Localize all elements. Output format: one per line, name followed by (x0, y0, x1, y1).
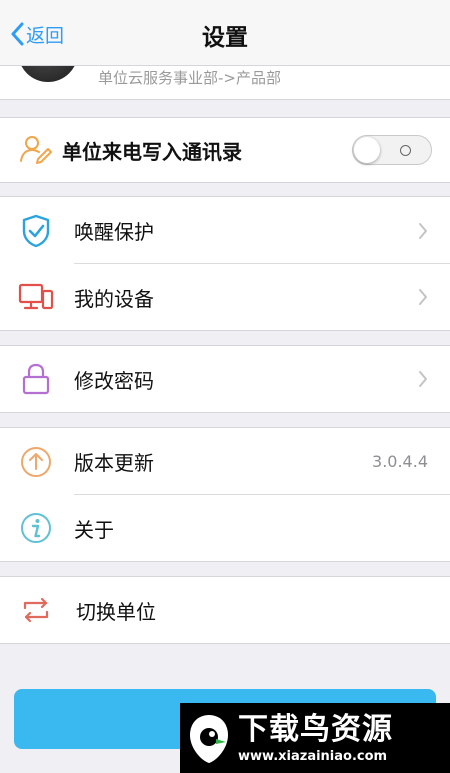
toggle-knob (354, 137, 380, 163)
toggle-off-indicator (400, 145, 411, 156)
list-item-version-update[interactable]: 版本更新 3.0.4.4 (0, 428, 450, 495)
list-item-label: 版本更新 (74, 451, 154, 475)
list-item-label: 我的设备 (74, 286, 154, 311)
user-edit-icon (18, 132, 54, 168)
switch-arrows-icon (18, 592, 54, 628)
list-item-change-password[interactable]: 修改密码 (0, 346, 450, 412)
page-title: 设置 (202, 25, 248, 51)
info-circle-icon (18, 510, 54, 546)
chevron-right-icon (419, 289, 427, 305)
bird-logo-icon (190, 715, 228, 763)
switch-group: 切换单位 (0, 576, 450, 644)
chevron-right-icon (419, 222, 427, 239)
watermark-url: www.xiazainiao.com (238, 748, 388, 764)
list-item-label: 修改密码 (74, 368, 154, 393)
list-item-label: 切换单位 (76, 599, 156, 624)
contacts-toggle-switch[interactable] (352, 135, 432, 165)
contacts-toggle-label: 单位来电写入通讯录 (62, 139, 242, 164)
list-item-my-devices[interactable]: 我的设备 (0, 264, 450, 330)
list-item-label: 关于 (74, 517, 114, 542)
list-item-about[interactable]: 关于 (0, 495, 450, 561)
arrow-up-circle-icon (18, 444, 54, 480)
lock-icon (18, 361, 54, 397)
watermark: 下载鸟资源 www.xiazainiao.com (180, 703, 450, 773)
watermark-name: 下载鸟资源 (238, 711, 393, 747)
profile-card[interactable]: 单位云服务事业部->产品部 (0, 66, 450, 100)
avatar (18, 66, 78, 82)
info-group: 版本更新 3.0.4.4 关于 (0, 427, 450, 562)
department-text: 单位云服务事业部->产品部 (98, 69, 281, 87)
password-group: 修改密码 (0, 345, 450, 413)
list-item-label: 唤醒保护 (74, 220, 154, 244)
contacts-group: 单位来电写入通讯录 (0, 117, 450, 183)
list-item-switch-unit[interactable]: 切换单位 (0, 577, 450, 643)
security-group: 唤醒保护 我的设备 (0, 196, 450, 331)
chevron-right-icon (419, 371, 427, 387)
shield-check-icon (18, 213, 54, 249)
devices-icon (18, 279, 54, 315)
nav-bar: 返回 设置 (0, 0, 450, 66)
version-value: 3.0.4.4 (372, 452, 428, 471)
list-item-wake-protect[interactable]: 唤醒保护 (0, 197, 450, 264)
